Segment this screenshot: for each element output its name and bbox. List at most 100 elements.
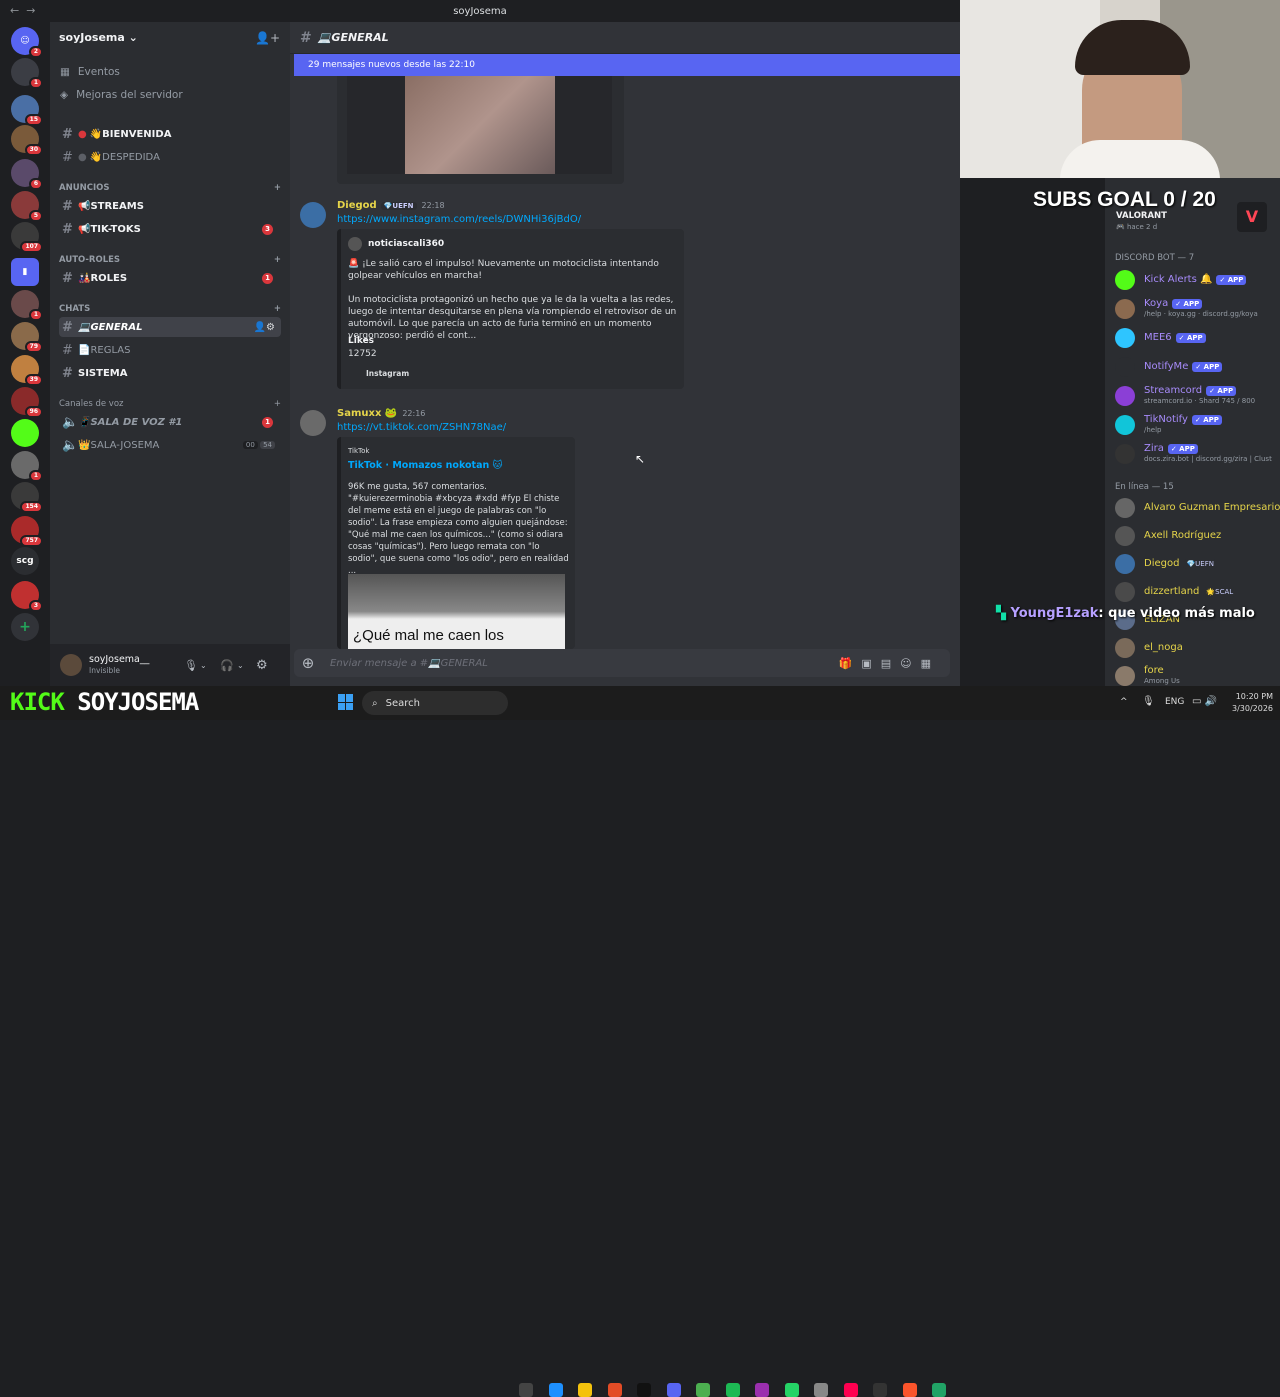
channel-roles[interactable]: # 🎎ROLES 1 [59,268,281,288]
taskbar-search[interactable]: ⌕ Search [362,691,508,715]
server-icon[interactable]: 107 [11,222,43,253]
add-attachment-icon[interactable]: ⊕ [294,654,322,672]
chevron-down-icon[interactable]: ⌄ [200,661,207,670]
server-icon[interactable]: 3 [11,581,43,612]
events-link[interactable]: ▦ Eventos [60,66,120,78]
server-name[interactable]: soyJosema ⌄ [59,31,138,44]
embed-title[interactable]: TikTok · Momazos nokotan 🐱 [348,460,502,472]
windows-start-icon[interactable] [338,694,354,710]
message-author[interactable]: Samuxx 🐸 22:16 [337,408,425,419]
member-bot-item[interactable]: Streamcord ✓ APP streamcord.io · Shard 745… [1115,386,1280,406]
add-channel-icon[interactable]: + [274,304,281,314]
avatar[interactable] [300,202,326,228]
message-link[interactable]: https://vt.tiktok.com/ZSHN78Nae/ [337,422,506,433]
tiktok-live-icon[interactable] [843,1383,858,1397]
embed-author[interactable]: noticiascali360 [348,237,444,251]
category-chats[interactable]: CHATS + [59,304,281,314]
member-bot-item[interactable]: Kick Alerts 🔔 ✓ APP [1115,270,1280,290]
task-view-icon[interactable] [519,1383,533,1397]
avatar [1115,498,1135,518]
channel-bienvenida[interactable]: # ● 👋BIENVENIDA [59,124,281,144]
avatar[interactable] [60,654,82,676]
member-bot-item[interactable]: Zira ✓ APP docs.zira.bot | discord.gg/zira… [1115,444,1280,464]
category-voz[interactable]: Canales de voz + [59,399,281,409]
message-composer[interactable]: ⊕ Enviar mensaje a #💻GENERAL 🎁▣▤☺▦ [294,649,950,677]
message-author[interactable]: Diegod 💎UEFN 22:18 [337,200,445,211]
voice-channel-sala-josema[interactable]: 🔈 👑SALA-JOSEMA 00 54 [59,435,281,455]
file-explorer-icon[interactable] [578,1383,592,1397]
discord-home-icon[interactable]: ☺ 2 [11,27,43,58]
video-thumbnail[interactable] [405,76,555,174]
voice-channel-1[interactable]: 🔈 📱SALA DE VOZ #1 1 [59,412,281,432]
spotify-icon[interactable] [725,1383,740,1397]
app-icon[interactable] [814,1383,828,1397]
nav-arrows-icon[interactable]: ← → [10,4,35,17]
new-messages-banner[interactable]: 29 mensajes nuevos desde las 22:10 [294,54,960,76]
premiere-icon[interactable] [755,1383,769,1397]
whatsapp-icon[interactable] [784,1383,799,1397]
add-channel-icon[interactable]: + [274,255,281,265]
add-server-icon[interactable]: + [11,613,39,641]
server-boosts-link[interactable]: ◈ Mejoras del servidor [60,89,183,101]
channel-despedida[interactable]: # ● 👋DESPEDIDA [59,147,281,167]
server-icon[interactable]: 79 [11,322,43,353]
server-icon[interactable]: ▮ [11,258,39,286]
message-input[interactable]: Enviar mensaje a #💻GENERAL [330,658,488,669]
server-icon[interactable]: 39 [11,355,43,386]
member-bot-item[interactable]: TikNotify ✓ APP/help [1115,415,1280,435]
server-icon[interactable]: 15 [11,95,43,126]
member-item[interactable]: dizzertland 🌟SCAL [1115,582,1280,602]
add-channel-icon[interactable]: + [274,399,281,409]
embed-thumbnail[interactable]: ¿Qué mal me caen los [348,574,565,649]
server-icon[interactable] [11,419,39,447]
terminal-icon[interactable] [873,1383,887,1397]
chrome-icon[interactable] [696,1383,710,1397]
channel-sistema[interactable]: # SISTEMA [59,363,281,383]
member-item[interactable]: Axell Rodríguez [1115,526,1280,546]
taskbar-clock[interactable]: 10:20 PM 3/30/2026 [1232,691,1273,715]
member-bot-item[interactable]: NotifyMe ✓ APP [1115,357,1280,377]
headphones-icon[interactable]: 🎧 [220,659,234,672]
member-item[interactable]: Diegod 💎UEFN [1115,554,1280,574]
member-item[interactable]: el_noga [1115,638,1280,658]
tiktok-icon[interactable] [637,1383,651,1397]
server-icon[interactable]: 30 [11,125,43,156]
server-icon[interactable]: 96 [11,387,43,418]
server-icon[interactable]: 1 [11,290,43,321]
member-bot-item[interactable]: MEE6 ✓ APP [1115,328,1280,348]
store-icon[interactable] [607,1383,622,1397]
user-settings-icon[interactable]: ⚙ [256,658,268,673]
avatar[interactable] [300,410,326,436]
member-item[interactable]: fore Among Us [1115,666,1280,686]
channel-reglas[interactable]: # 📄REGLAS [59,340,281,360]
server-icon[interactable]: 757 [11,516,43,547]
chevron-down-icon[interactable]: ⌄ [237,661,244,670]
message-link[interactable]: https://www.instagram.com/reels/DWNHi36j… [337,214,581,225]
server-icon[interactable]: 5 [11,191,43,222]
channel-tik-toks[interactable]: # 📢TIK-TOKS 3 [59,219,281,239]
server-icon[interactable]: 154 [11,482,43,513]
server-scg[interactable]: scg [11,547,39,575]
notepad-icon[interactable] [932,1383,946,1397]
category-anuncios[interactable]: ANUNCIOS + [59,183,281,193]
tray-mic-icon[interactable]: 🎙 [1142,696,1155,707]
network-volume-icon[interactable]: ▭ 🔊 [1192,696,1217,707]
discord-icon[interactable] [666,1383,681,1397]
member-item[interactable]: Alvaro Guzman Empresario [1115,498,1280,518]
mute-mic-icon[interactable]: 🎙 [184,659,198,672]
channel-general[interactable]: # 💻GENERAL 👤⚙ [59,317,281,337]
channel-streams[interactable]: # 📢STREAMS [59,196,281,216]
tray-chevron-icon[interactable]: ^ [1120,697,1128,707]
composer-actions-icon[interactable]: 🎁▣▤☺▦ [839,657,940,670]
edge-icon[interactable] [548,1383,563,1397]
category-autoroles[interactable]: AUTO-ROLES + [59,255,281,265]
server-icon[interactable]: 6 [11,159,43,190]
server-icon[interactable]: 1 [11,58,43,89]
brave-icon[interactable] [902,1383,917,1397]
member-bot-item[interactable]: Koya ✓ APP/help · koya.gg · discord.gg/ko… [1115,299,1280,319]
server-icon[interactable]: 1 [11,451,43,482]
add-channel-icon[interactable]: + [274,183,281,193]
channel-settings-icon[interactable]: 👤⚙ [254,322,275,333]
language-indicator[interactable]: ENG [1165,697,1184,707]
invite-people-icon[interactable]: 👤+ [255,31,280,45]
